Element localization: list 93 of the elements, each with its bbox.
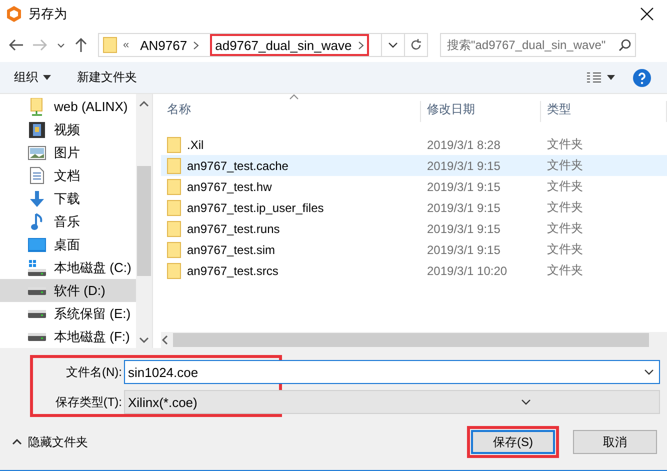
system-drive-icon xyxy=(28,260,46,276)
caret-icon xyxy=(607,75,615,80)
drive-icon xyxy=(28,286,46,294)
chevron-icon[interactable] xyxy=(193,40,200,50)
folder-icon xyxy=(167,136,181,152)
up-arrow-icon[interactable] xyxy=(75,38,87,52)
search-icon xyxy=(619,39,631,51)
app-icon xyxy=(6,6,22,22)
dialog-button[interactable]: 保存(S) xyxy=(471,430,555,454)
back-arrow-icon[interactable] xyxy=(9,39,23,51)
file-type: 文件夹 xyxy=(546,178,584,195)
dialog-button[interactable]: 取消 xyxy=(573,430,657,454)
file-name[interactable]: .Xil xyxy=(187,138,204,152)
modified-date: 2019/3/1 8:28 xyxy=(426,138,502,152)
sidebar-item[interactable]: 本地磁盘 (C:) xyxy=(0,256,136,279)
network-folder-icon xyxy=(30,98,44,116)
sidebar-item[interactable]: 下载 xyxy=(0,187,136,210)
drive-icon xyxy=(28,310,46,318)
field-label: 文件名(N): xyxy=(65,364,123,380)
modified-date: 2019/3/1 9:15 xyxy=(426,158,502,172)
modified-date: 2019/3/1 9:15 xyxy=(426,200,502,214)
toolbar-button[interactable]: 新建文件夹 xyxy=(69,66,145,89)
column-header[interactable]: 修改日期 xyxy=(421,101,541,122)
sidebar-item[interactable]: 图片 xyxy=(0,141,136,164)
overflow-chevron[interactable]: « xyxy=(123,39,130,51)
search-field[interactable]: 搜索"ad9767_dual_sin_wave" xyxy=(440,33,636,57)
filename-field[interactable]: sin1024.coe xyxy=(125,364,639,380)
column-header[interactable]: 名称 xyxy=(161,101,421,122)
sidebar-item[interactable]: 软件 (D:) xyxy=(0,279,136,302)
file-type: 文件夹 xyxy=(546,199,584,216)
chevron-up-icon[interactable] xyxy=(12,439,22,445)
picture-icon xyxy=(28,146,46,160)
file-name[interactable]: an9767_test.cache xyxy=(187,158,288,172)
breadcrumb[interactable]: AN9767 xyxy=(135,34,204,56)
file-name[interactable]: an9767_test.ip_user_files xyxy=(187,200,324,214)
file-name[interactable]: an9767_test.sim xyxy=(187,242,276,256)
sidebar-item[interactable]: 文档 xyxy=(0,164,136,187)
modified-date: 2019/3/1 9:15 xyxy=(426,242,502,256)
breadcrumb[interactable]: ad9767_dual_sin_wave xyxy=(210,34,369,56)
sidebar-item[interactable]: 本地磁盘 (F:) xyxy=(0,325,136,348)
document-icon xyxy=(30,167,44,184)
chevron-down-icon[interactable] xyxy=(521,399,532,405)
file-name[interactable]: an9767_test.hw xyxy=(187,180,272,194)
scrollbar[interactable] xyxy=(136,94,152,348)
chevron-down-icon[interactable] xyxy=(57,42,65,48)
chevron-down-icon[interactable] xyxy=(388,42,398,48)
file-type: 文件夹 xyxy=(546,241,584,258)
modified-date: 2019/3/1 10:20 xyxy=(426,264,508,278)
scroll-up-icon[interactable] xyxy=(139,100,149,108)
folder-icon xyxy=(167,178,181,194)
modified-date: 2019/3/1 9:15 xyxy=(426,222,502,236)
horizontal-scrollbar[interactable] xyxy=(161,332,667,348)
scroll-down-icon[interactable] xyxy=(139,336,149,344)
address-bar[interactable]: « AN9767 ad9767_dual_sin_wave xyxy=(98,33,428,57)
film-icon xyxy=(29,122,45,138)
column-header[interactable]: 类型 xyxy=(541,101,667,122)
file-type: 文件夹 xyxy=(546,220,584,237)
sidebar-item[interactable]: 音乐 xyxy=(0,210,136,233)
refresh-icon[interactable] xyxy=(410,39,422,51)
folder-icon xyxy=(167,242,181,258)
folder-icon xyxy=(103,37,117,53)
file-name[interactable]: an9767_test.srcs xyxy=(187,264,278,278)
sidebar-item[interactable]: web (ALINX) xyxy=(0,95,136,118)
hide-folders-toggle[interactable]: 隐藏文件夹 xyxy=(6,432,94,452)
folder-icon xyxy=(167,200,181,216)
caret-icon xyxy=(43,75,51,80)
back-button[interactable] xyxy=(6,39,26,51)
folder-icon xyxy=(167,262,181,278)
drive-icon xyxy=(28,332,46,340)
window-title: 另存为 xyxy=(28,5,68,23)
filename-combobox[interactable]: sin1024.coe xyxy=(124,360,660,384)
chevron-down-icon[interactable] xyxy=(644,369,654,375)
scroll-left-icon[interactable] xyxy=(161,335,169,345)
file-type-dropdown[interactable]: Xilinx(*.coe) xyxy=(124,390,660,414)
download-icon xyxy=(29,190,45,206)
list-view-icon[interactable] xyxy=(586,72,602,84)
file-type: 文件夹 xyxy=(546,136,584,153)
file-type: 文件夹 xyxy=(546,157,584,174)
toolbar-button[interactable]: 组织 xyxy=(6,66,59,89)
sidebar-item[interactable]: 视频 xyxy=(0,118,136,141)
folder-icon xyxy=(167,158,181,174)
chevron-icon[interactable] xyxy=(358,40,364,50)
sidebar-item[interactable]: 系统保留 (E:) xyxy=(0,302,136,325)
file-type: 文件夹 xyxy=(546,262,584,279)
help-icon[interactable] xyxy=(633,68,651,86)
folder-icon xyxy=(167,220,181,236)
close-icon[interactable] xyxy=(640,7,654,21)
music-note-icon xyxy=(31,212,43,230)
field-label: 保存类型(T): xyxy=(54,394,123,410)
file-name[interactable]: an9767_test.runs xyxy=(187,222,280,236)
desktop-icon xyxy=(28,238,46,252)
sidebar-item[interactable]: 桌面 xyxy=(0,233,136,256)
modified-date: 2019/3/1 9:15 xyxy=(426,180,502,194)
